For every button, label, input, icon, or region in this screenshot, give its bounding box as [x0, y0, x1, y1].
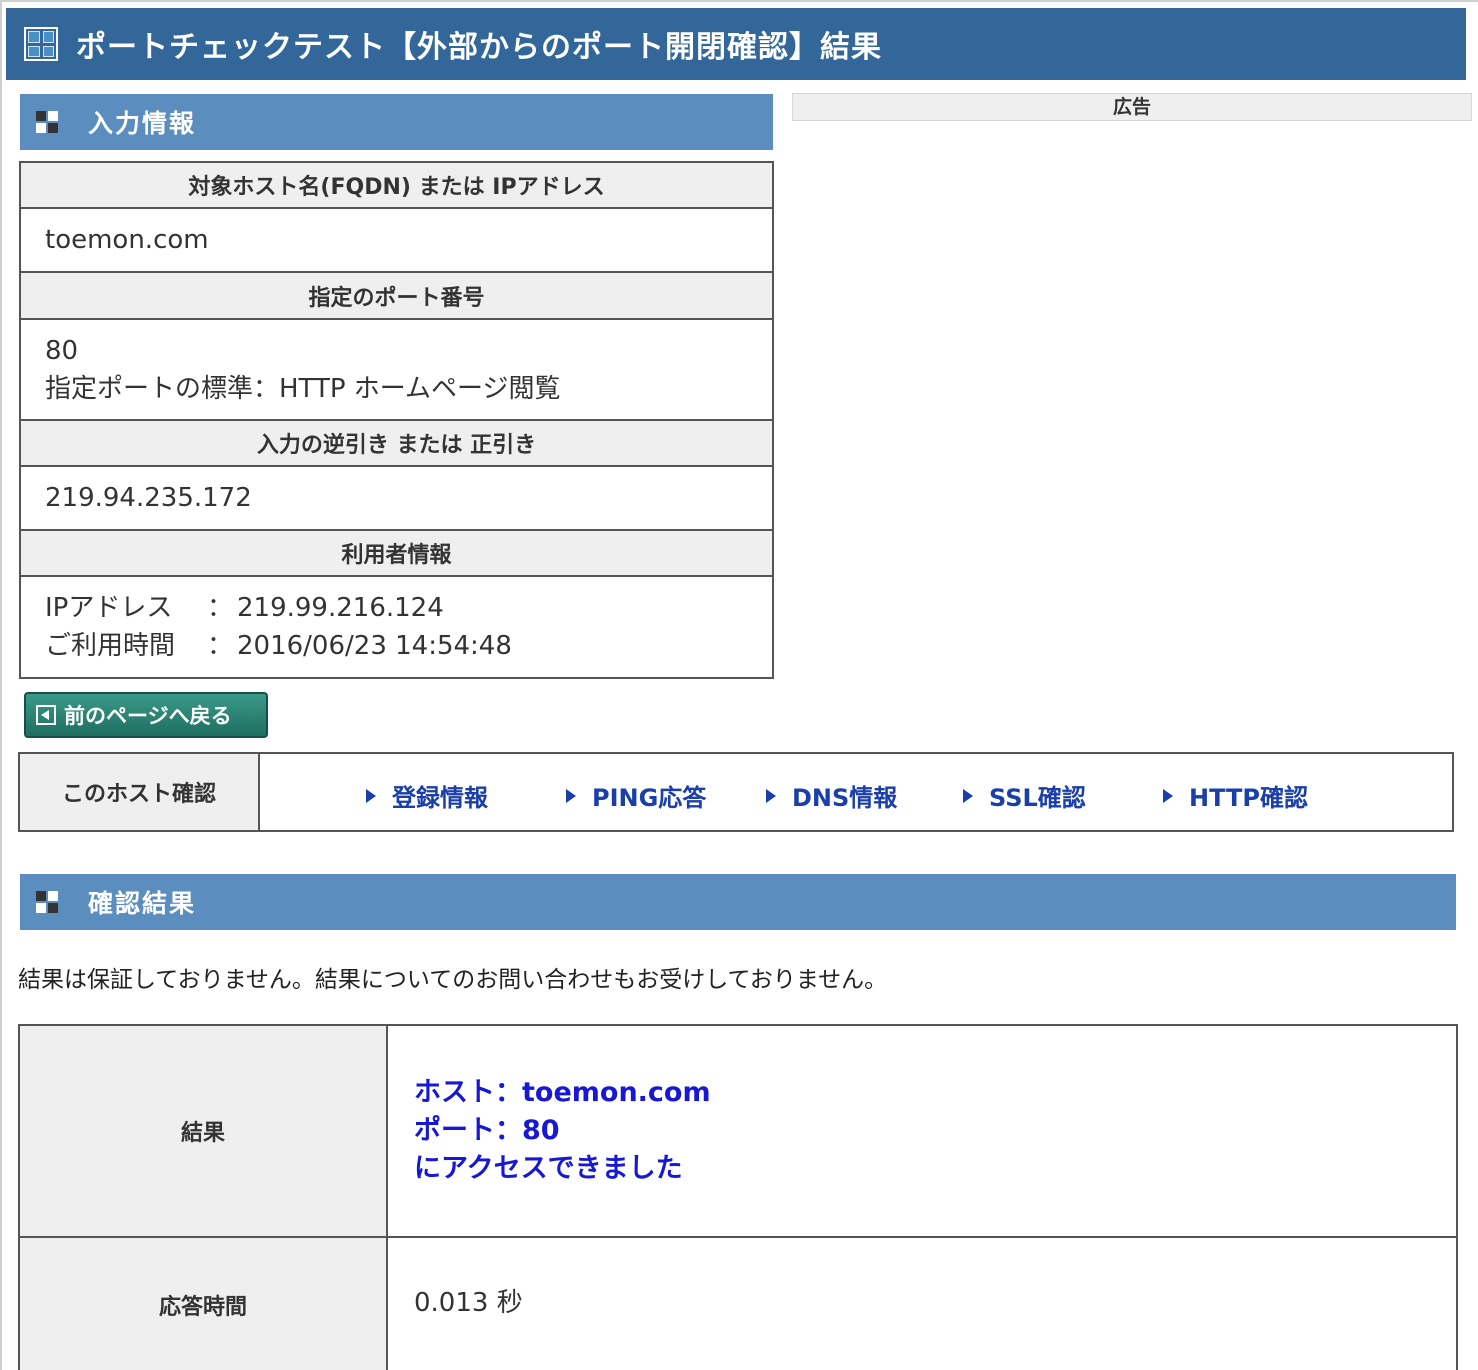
user-info-cell: IPアドレス ： 219.99.216.124 ご利用時間 ： 2016/06/… — [19, 575, 774, 679]
result-section-header: 確認結果 — [20, 874, 1456, 930]
port-value-cell: 80 指定ポートの標準：HTTP ホームページ閲覧 — [19, 318, 774, 421]
page-title-bar: ポートチェックテスト【外部からのポート開閉確認】結果 — [6, 8, 1466, 80]
user-ip-key: IPアドレス — [45, 593, 173, 623]
section-grid-icon — [36, 891, 58, 913]
user-time-row: ご利用時間 ： 2016/06/23 14:54:48 — [45, 627, 772, 665]
section-grid-icon — [36, 111, 58, 133]
nav-link-label: DNS情報 — [792, 784, 898, 812]
nav-link-ping[interactable]: PING応答 — [566, 778, 706, 813]
user-info-label: 利用者情報 — [19, 529, 774, 577]
port-standard: 指定ポートの標準：HTTP ホームページ閲覧 — [45, 373, 561, 404]
host-label: 対象ホスト名(FQDN) または IPアドレス — [19, 161, 774, 209]
nav-link-label: HTTP確認 — [1189, 784, 1308, 812]
result-label: 結果 — [18, 1024, 388, 1238]
nav-link-label: PING応答 — [592, 784, 707, 812]
user-ip-value: 219.99.216.124 — [237, 593, 444, 623]
back-button[interactable]: 前のページへ戻る — [24, 692, 268, 738]
back-arrow-icon — [36, 705, 56, 725]
disclaimer-text: 結果は保証しておりません。結果についてのお問い合わせもお受けしておりません。 — [18, 967, 888, 993]
triangle-right-icon — [366, 788, 376, 803]
lookup-label: 入力の逆引き または 正引き — [19, 419, 774, 467]
host-check-nav: このホスト確認 登録情報 PING応答 DNS情報 SSL確認 HTTP確認 — [18, 752, 1454, 832]
response-time-value: 0.013 秒 — [386, 1236, 1458, 1370]
host-value-cell: toemon.com — [19, 207, 774, 273]
user-time-value: 2016/06/23 14:54:48 — [237, 631, 512, 661]
triangle-right-icon — [1163, 788, 1173, 803]
port-value: 80 — [45, 335, 79, 366]
user-ip-sep: ： — [207, 593, 234, 623]
result-value-cell: ホスト：toemon.com ポート：80 にアクセスできました — [386, 1024, 1458, 1238]
triangle-right-icon — [963, 788, 973, 803]
port-label: 指定のポート番号 — [19, 271, 774, 320]
nav-link-http[interactable]: HTTP確認 — [1163, 778, 1308, 813]
nav-link-registration[interactable]: 登録情報 — [366, 778, 488, 813]
input-section-header: 入力情報 — [20, 94, 773, 150]
nav-link-label: 登録情報 — [392, 784, 488, 812]
lookup-value: 219.94.235.172 — [45, 483, 252, 513]
triangle-right-icon — [766, 788, 776, 803]
result-table: 結果 ホスト：toemon.com ポート：80 にアクセスできました 応答時間… — [18, 1024, 1458, 1370]
host-check-label: このホスト確認 — [20, 754, 260, 830]
ad-label: 広告 — [792, 93, 1472, 121]
response-time-label: 応答時間 — [18, 1236, 388, 1370]
result-section-title: 確認結果 — [88, 889, 197, 918]
input-info-table: 対象ホスト名(FQDN) または IPアドレス toemon.com 指定のポー… — [19, 161, 774, 679]
nav-link-dns[interactable]: DNS情報 — [766, 778, 897, 813]
result-port: ポート：80 — [414, 1115, 560, 1146]
host-value: toemon.com — [45, 225, 209, 255]
nav-link-ssl[interactable]: SSL確認 — [963, 778, 1086, 813]
input-section-title: 入力情報 — [88, 109, 197, 138]
triangle-right-icon — [566, 788, 576, 803]
nav-link-label: SSL確認 — [989, 784, 1086, 812]
user-time-sep: ： — [207, 631, 234, 661]
result-status: にアクセスできました — [414, 1153, 683, 1184]
lookup-value-cell: 219.94.235.172 — [19, 465, 774, 531]
host-check-links: 登録情報 PING応答 DNS情報 SSL確認 HTTP確認 — [260, 754, 1452, 830]
user-ip-row: IPアドレス ： 219.99.216.124 — [45, 589, 772, 627]
result-host: ホスト：toemon.com — [414, 1077, 711, 1108]
page-title: ポートチェックテスト【外部からのポート開閉確認】結果 — [76, 30, 882, 65]
back-button-label: 前のページへ戻る — [64, 704, 232, 728]
user-time-key: ご利用時間 — [45, 631, 176, 661]
grid-icon — [24, 27, 58, 61]
